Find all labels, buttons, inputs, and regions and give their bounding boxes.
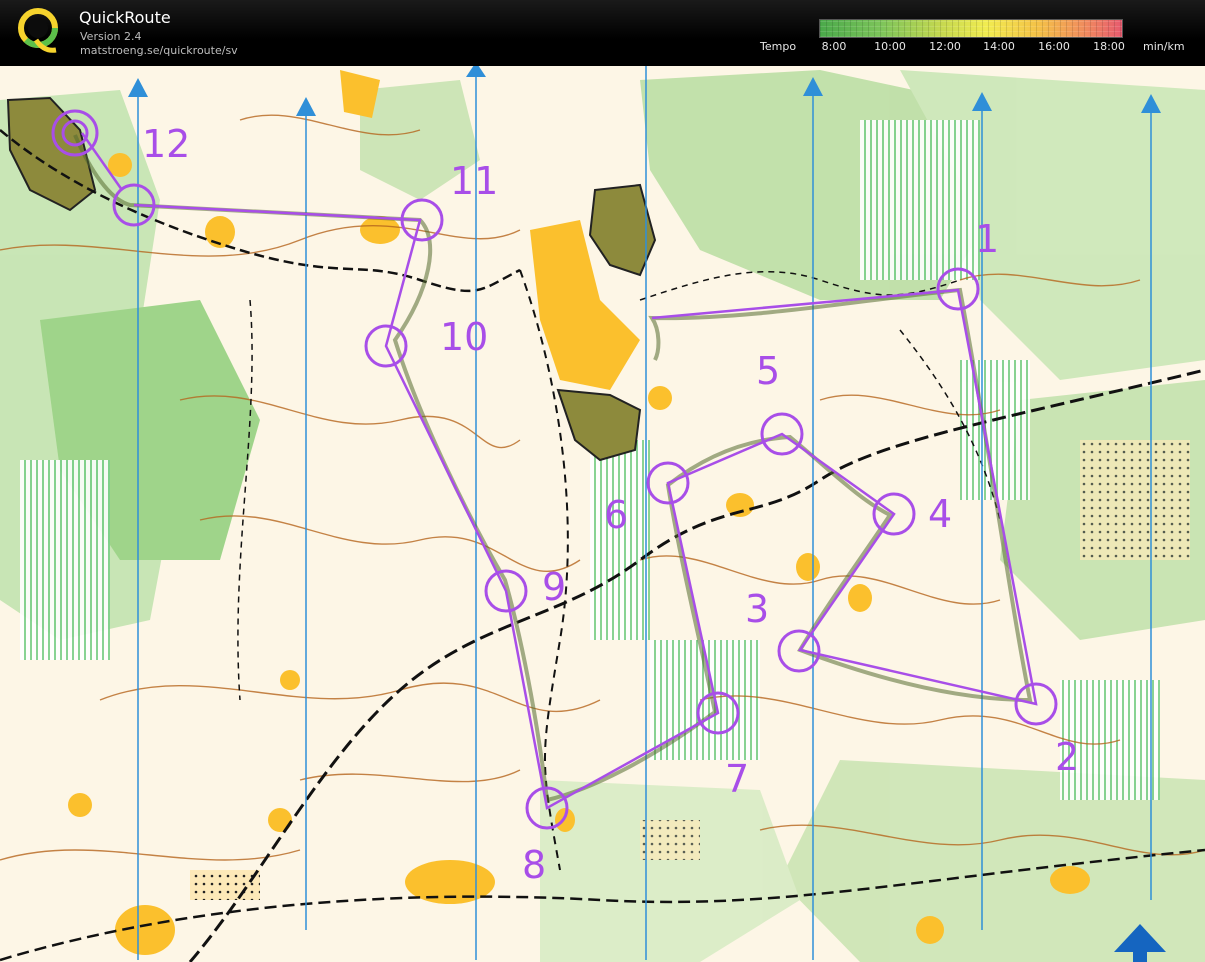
tempo-tick: 18:00 <box>1093 40 1125 53</box>
control-label-1: 1 <box>975 217 999 261</box>
control-label-8: 8 <box>522 843 546 887</box>
control-label-10: 10 <box>440 315 488 359</box>
control-label-6: 6 <box>604 493 628 537</box>
control-label-4: 4 <box>928 492 952 536</box>
tempo-tick: 12:00 <box>929 40 961 53</box>
map-canvas[interactable]: 1 2 3 4 5 6 7 8 9 10 11 12 <box>0 66 1205 962</box>
app-version: Version 2.4 <box>80 30 142 43</box>
tempo-tick: 8:00 <box>821 40 847 53</box>
tempo-tick: 16:00 <box>1038 40 1070 53</box>
tempo-label: Tempo <box>760 40 797 53</box>
quickroute-logo-icon <box>18 8 58 53</box>
app-url[interactable]: matstroeng.se/quickroute/sv <box>80 44 238 57</box>
tempo-color-scale <box>819 19 1123 38</box>
control-label-7: 7 <box>725 757 749 801</box>
control-label-3: 3 <box>745 587 769 631</box>
control-label-9: 9 <box>542 565 566 609</box>
control-label-11: 11 <box>450 159 498 203</box>
tempo-tick: 14:00 <box>983 40 1015 53</box>
app-header: QuickRoute Version 2.4 matstroeng.se/qui… <box>0 0 1205 66</box>
control-label-12: 12 <box>142 122 190 166</box>
tempo-unit: min/km <box>1143 40 1185 53</box>
tempo-tick: 10:00 <box>874 40 906 53</box>
app-title: QuickRoute <box>79 8 171 27</box>
control-label-2: 2 <box>1055 735 1079 779</box>
control-label-5: 5 <box>756 349 780 393</box>
orienteering-map[interactable]: 1 2 3 4 5 6 7 8 9 10 11 12 <box>0 66 1205 962</box>
